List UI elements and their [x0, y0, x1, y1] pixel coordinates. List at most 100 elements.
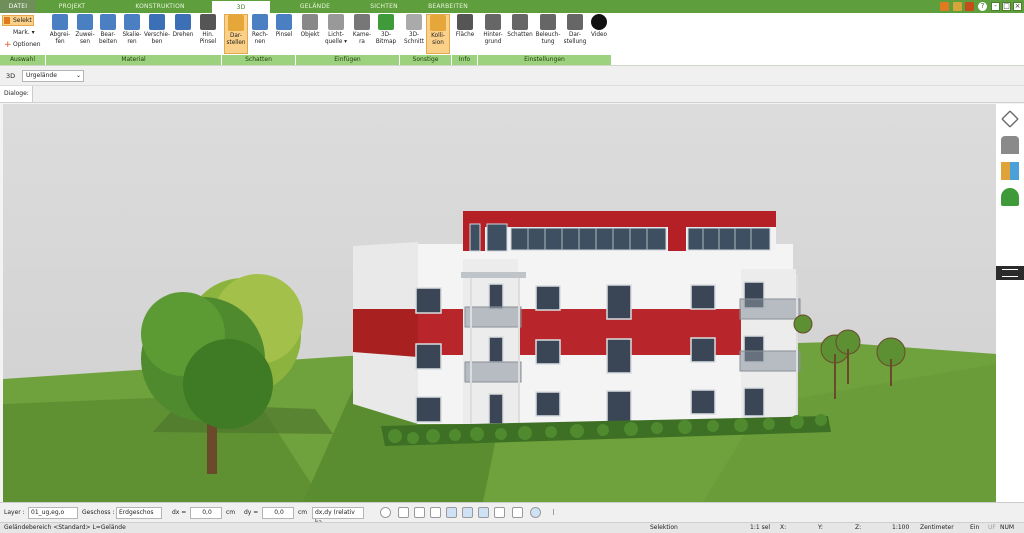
terrain-select[interactable]: Urgelände ⌄ — [22, 70, 84, 82]
sonstige-button-1[interactable]: Kolli- sion — [426, 14, 450, 54]
tree-icon[interactable] — [1001, 188, 1019, 206]
penthouse-red-band — [463, 211, 776, 227]
material-button-2[interactable]: Bear- beiten — [96, 14, 120, 54]
tab-sichten[interactable]: SICHTEN — [352, 0, 416, 13]
sonstige-icon-1 — [430, 15, 446, 31]
chair-icon[interactable] — [1001, 136, 1019, 154]
north-icon[interactable] — [530, 507, 541, 518]
einstellungen-icon-3 — [567, 14, 583, 30]
layers-icon[interactable] — [1001, 110, 1019, 128]
paint-icon[interactable] — [940, 2, 949, 11]
plus-icon: + — [4, 40, 12, 50]
group-einfuegen: Einfügen — [296, 55, 400, 65]
schatten-button-0[interactable]: Dar- stellen — [224, 14, 248, 54]
clock-icon[interactable] — [380, 507, 391, 518]
material-icon-0 — [52, 14, 68, 30]
sonstige-icon-0 — [406, 14, 422, 30]
camera-icon[interactable] — [430, 507, 441, 518]
tab-bearbeiten[interactable]: BEARBEITEN — [418, 0, 478, 13]
maximize-button[interactable]: □ — [1002, 2, 1011, 11]
einfuegen-icon-3 — [378, 14, 394, 30]
einfuegen-button-3[interactable]: 3D- Bitmap — [374, 14, 398, 54]
material-icon-3 — [124, 14, 140, 30]
dialog-bar: Dialoge: — [0, 86, 1024, 103]
coord-mode-select[interactable]: dx,dy (relativ ka — [312, 507, 364, 526]
curve-icon[interactable] — [462, 507, 473, 518]
help-icon[interactable]: ? — [978, 2, 987, 11]
scene-render — [3, 104, 996, 502]
layer-value: 01_ug,eg,o — [31, 509, 65, 516]
schatten-icon-1 — [252, 14, 268, 30]
dx-input[interactable]: 0,0 — [190, 507, 222, 519]
schatten-button-1[interactable]: Rech- nen — [248, 14, 272, 54]
layer-select[interactable]: 01_ug,eg,o — [28, 507, 78, 519]
tab-konstruktion[interactable]: KONSTRUKTION — [112, 0, 208, 13]
more-icon[interactable]: ⁝ — [548, 507, 559, 518]
close-button[interactable]: × — [1013, 2, 1022, 11]
einstellungen-label-2: Beleuch- tung — [535, 32, 561, 45]
monitor-icon[interactable] — [398, 507, 409, 518]
dy-label: dy = — [244, 509, 259, 516]
material-icon-2 — [100, 14, 116, 30]
status-uf: UF — [988, 524, 996, 531]
material-label-0: Abgrei- fen — [49, 32, 71, 45]
status-z: Z: — [855, 524, 862, 531]
line-icon[interactable] — [446, 507, 457, 518]
mark-button[interactable]: Mark. ▾ — [4, 28, 35, 38]
status-num: NUM — [1000, 524, 1015, 531]
material-icon-6 — [200, 14, 216, 30]
hatch-icon[interactable] — [494, 507, 505, 518]
3d-viewport[interactable] — [3, 104, 996, 502]
einfuegen-button-1[interactable]: Licht- quelle ▾ — [322, 14, 350, 54]
schatten-label-0: Dar- stellen — [226, 33, 246, 46]
grid-icon[interactable] — [512, 507, 523, 518]
status-ein: Ein — [970, 524, 980, 531]
einstellungen-button-4[interactable]: Video — [588, 14, 610, 54]
right-panel — [996, 104, 1024, 502]
geschoss-value: Erdgeschos — [119, 509, 154, 516]
schatten-icon-0 — [228, 15, 244, 31]
minimize-button[interactable]: - — [991, 2, 1000, 11]
einfuegen-label-0: Objekt — [300, 32, 320, 38]
material-label-5: Drehen — [172, 32, 194, 38]
einstellungen-button-2[interactable]: Beleuch- tung — [534, 14, 562, 54]
dx-value: 0,0 — [202, 509, 212, 516]
status-unit: Zentimeter — [920, 524, 954, 531]
einstellungen-button-1[interactable]: Schatten — [506, 14, 534, 54]
einstellungen-button-3[interactable]: Dar- stellung — [562, 14, 588, 54]
sonstige-button-0[interactable]: 3D- Schnitt — [402, 14, 426, 54]
einstellungen-button-0[interactable]: Hinter- grund — [480, 14, 506, 54]
einfuegen-label-3: 3D- Bitmap — [375, 32, 397, 45]
tab-datei[interactable]: DATEI — [0, 0, 36, 13]
shape-icon[interactable] — [478, 507, 489, 518]
print-icon[interactable] — [965, 2, 974, 11]
view-icon[interactable] — [414, 507, 425, 518]
material-button-4[interactable]: Verschie- ben — [144, 14, 170, 54]
material-button-6[interactable]: Hin. Pinsel — [196, 14, 220, 54]
tab-gelaende[interactable]: GELÄNDE — [275, 0, 355, 13]
einstellungen-icon-4 — [591, 14, 607, 30]
dy-value: 0,0 — [274, 509, 284, 516]
einstellungen-icon-0 — [485, 14, 501, 30]
einstellungen-icon-2 — [540, 14, 556, 30]
material-button-5[interactable]: Drehen — [170, 14, 196, 54]
dy-input[interactable]: 0,0 — [262, 507, 294, 519]
einfuegen-button-0[interactable]: Objekt — [298, 14, 322, 54]
palette-icon[interactable] — [1001, 162, 1019, 180]
dx-label: dx = — [172, 509, 187, 516]
material-button-3[interactable]: Skalie- ren — [120, 14, 144, 54]
group-auswahl: Auswahl — [0, 55, 46, 65]
schatten-button-2[interactable]: Pinsel — [272, 14, 296, 54]
info-button-0[interactable]: Fläche — [454, 14, 476, 54]
geschoss-select[interactable]: Erdgeschos — [116, 507, 162, 519]
material-button-0[interactable]: Abgrei- fen — [48, 14, 72, 54]
einfuegen-button-2[interactable]: Kame- ra — [350, 14, 374, 54]
status-scale-sel: 1:1 sel — [750, 524, 771, 531]
panel-toggle-button[interactable] — [996, 266, 1024, 280]
sonstige-label-0: 3D- Schnitt — [404, 32, 424, 45]
window-icon[interactable] — [953, 2, 962, 11]
group-info: Info — [452, 55, 478, 65]
tab-projekt[interactable]: PROJEKT — [40, 0, 104, 13]
info-label-0: Fläche — [455, 32, 475, 38]
material-button-1[interactable]: Zuwei- sen — [74, 14, 96, 54]
